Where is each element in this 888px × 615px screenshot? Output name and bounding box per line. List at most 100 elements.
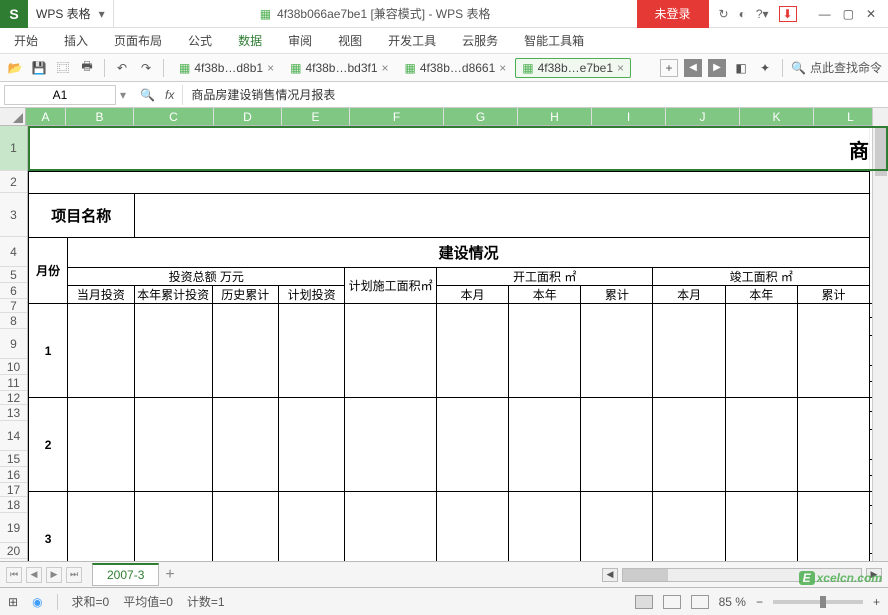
month-cell[interactable]: 1 [29, 304, 68, 398]
menu-review[interactable]: 审阅 [288, 32, 312, 49]
plan-area-header[interactable]: 计划施工面积㎡ [345, 268, 437, 304]
sheet-next-button[interactable]: ▶ [46, 567, 62, 583]
view-pagebreak-button[interactable] [691, 595, 709, 609]
col-header[interactable]: B [66, 108, 134, 125]
start-area-header[interactable]: 开工面积 ㎡ [436, 268, 653, 286]
print-preview-icon[interactable]: ⿴ [54, 59, 72, 77]
maximize-button[interactable]: ▢ [843, 7, 854, 21]
fx-search-icon[interactable]: 🔍 [140, 88, 155, 102]
month-header[interactable]: 月份 [29, 238, 68, 304]
menu-smarttools[interactable]: 智能工具箱 [524, 32, 584, 49]
undo-icon[interactable]: ↶ [113, 59, 131, 77]
row-header[interactable]: 19 [0, 513, 27, 543]
col-header[interactable]: H [518, 108, 592, 125]
row-header[interactable]: 1 [0, 126, 27, 171]
save-icon[interactable]: 💾 [30, 59, 48, 77]
zoom-slider[interactable] [773, 600, 863, 604]
close-tab-icon[interactable]: × [499, 61, 506, 75]
row-header[interactable]: 8 [0, 313, 27, 329]
formula-input[interactable]: 商品房建设销售情况月报表 [182, 85, 888, 105]
month-cell[interactable]: 3 [29, 492, 68, 562]
new-tab-button[interactable]: + [660, 59, 678, 77]
sheet-tab[interactable]: 2007-3 [92, 563, 159, 586]
menu-pagelayout[interactable]: 页面布局 [114, 32, 162, 49]
close-button[interactable]: ✕ [866, 7, 876, 21]
close-tab-icon[interactable]: × [617, 61, 624, 75]
col-header[interactable]: I [592, 108, 666, 125]
menu-insert[interactable]: 插入 [64, 32, 88, 49]
sub-header[interactable]: 本月 [653, 286, 725, 304]
hscroll-left-button[interactable]: ◀ [602, 568, 618, 582]
title-cell[interactable]: 商 [29, 127, 870, 172]
project-name-label[interactable]: 项目名称 [29, 194, 135, 238]
cellref-dropdown-icon[interactable]: ▾ [120, 88, 132, 102]
col-header[interactable]: D [214, 108, 282, 125]
construction-header[interactable]: 建设情况 [68, 238, 870, 268]
component-icon[interactable]: ✦ [756, 59, 774, 77]
menu-view[interactable]: 视图 [338, 32, 362, 49]
sub-header[interactable]: 本年 [725, 286, 797, 304]
row-header[interactable]: 5 [0, 267, 27, 283]
project-name-value[interactable] [134, 194, 869, 238]
sub-header[interactable]: 历史累计 [212, 286, 278, 304]
col-header[interactable]: J [666, 108, 740, 125]
table-row[interactable] [29, 172, 870, 194]
sub-header[interactable]: 本年累计投资 [134, 286, 212, 304]
menu-data[interactable]: 数据 [238, 32, 262, 49]
row-header[interactable]: 4 [0, 237, 27, 267]
search-command[interactable]: 🔍 点此查找命令 [791, 59, 882, 76]
sheet-prev-button[interactable]: ◀ [26, 567, 42, 583]
sheet-first-button[interactable]: ⏮ [6, 567, 22, 583]
sub-header[interactable]: 本月 [436, 286, 508, 304]
zoom-in-button[interactable]: + [873, 595, 880, 609]
col-header[interactable]: G [444, 108, 518, 125]
col-header[interactable]: K [740, 108, 814, 125]
row-header[interactable]: 12 [0, 391, 27, 405]
row-header[interactable]: 17 [0, 483, 27, 497]
file-tab[interactable]: ▦4f38b…d8661× [398, 58, 514, 78]
menu-formula[interactable]: 公式 [188, 32, 212, 49]
row-header[interactable]: 7 [0, 299, 27, 313]
reading-mode-icon[interactable]: ⊞ [8, 595, 18, 609]
sub-header[interactable]: 累计 [797, 286, 869, 304]
row-header[interactable]: 3 [0, 193, 27, 237]
app-menu-dropdown[interactable]: ▾ [99, 0, 114, 27]
row-header[interactable]: 2 [0, 171, 27, 193]
help-dropdown[interactable]: ?▾ [756, 7, 769, 21]
eye-icon[interactable]: ◉ [32, 595, 42, 609]
sheet-last-button[interactable]: ⏭ [66, 567, 82, 583]
sync-icon[interactable]: ↻ [719, 7, 729, 21]
add-sheet-button[interactable]: + [165, 566, 174, 584]
row-header[interactable]: 21 [0, 559, 27, 561]
row-header[interactable]: 13 [0, 405, 27, 421]
view-pagelayout-button[interactable] [663, 595, 681, 609]
file-tab[interactable]: ▦4f38b…e7be1× [515, 58, 631, 78]
file-tab[interactable]: ▦4f38b…bd3f1× [283, 58, 395, 78]
invest-total-header[interactable]: 投资总额 万元 [68, 268, 345, 286]
complete-area-header[interactable]: 竣工面积 ㎡ [653, 268, 870, 286]
zoom-level[interactable]: 85 % [719, 595, 746, 609]
zoom-out-button[interactable]: − [756, 595, 763, 609]
row-header[interactable]: 11 [0, 375, 27, 391]
col-header[interactable]: E [282, 108, 350, 125]
row-header[interactable]: 15 [0, 451, 27, 467]
close-tab-icon[interactable]: × [267, 61, 274, 75]
row-header[interactable]: 16 [0, 467, 27, 483]
open-icon[interactable]: 📂 [6, 59, 24, 77]
cell-reference-box[interactable]: A1 [4, 85, 116, 105]
redo-icon[interactable]: ↷ [137, 59, 155, 77]
menu-devtools[interactable]: 开发工具 [388, 32, 436, 49]
sub-header[interactable]: 当月投资 [68, 286, 134, 304]
scroll-thumb[interactable] [623, 569, 668, 581]
row-header[interactable]: 10 [0, 359, 27, 375]
col-header[interactable]: A [26, 108, 66, 125]
sub-header[interactable]: 累计 [581, 286, 653, 304]
sub-header[interactable]: 计划投资 [278, 286, 344, 304]
menu-cloud[interactable]: 云服务 [462, 32, 498, 49]
sub-header[interactable]: 本年 [509, 286, 581, 304]
row-header[interactable]: 14 [0, 421, 27, 451]
row-header[interactable]: 6 [0, 283, 27, 299]
select-all-corner[interactable] [0, 108, 26, 125]
vertical-scrollbar[interactable] [872, 108, 888, 561]
menu-start[interactable]: 开始 [14, 32, 38, 49]
